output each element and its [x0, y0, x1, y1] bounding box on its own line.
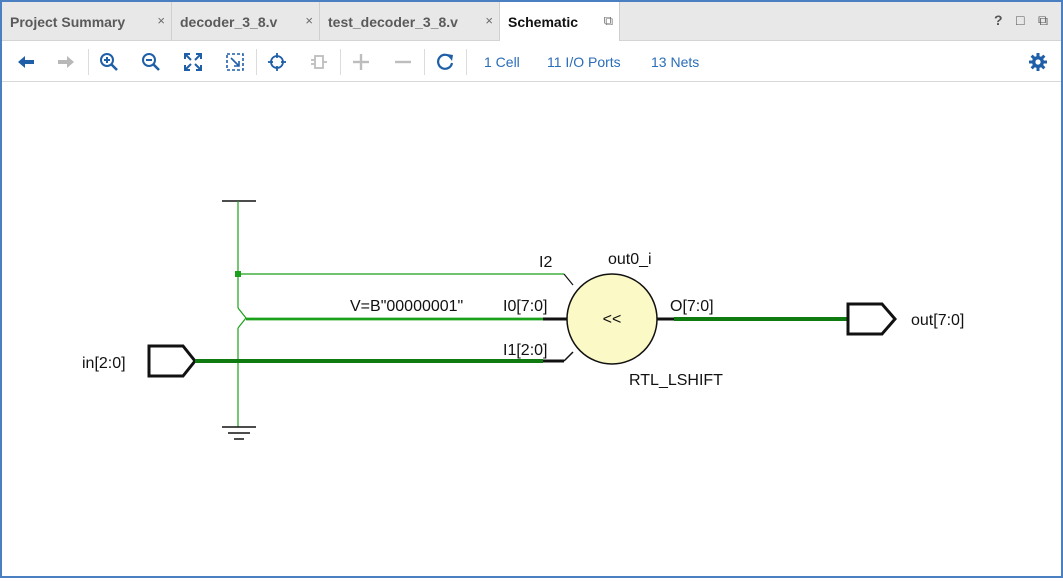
pin-label-i2: I2	[539, 254, 552, 271]
output-port-label: out[7:0]	[911, 312, 964, 329]
collapse-minus-icon[interactable]	[392, 51, 414, 73]
gnd-net-jog	[237, 317, 247, 329]
expand-plus-icon[interactable]	[350, 51, 372, 73]
pin-label-o: O[7:0]	[670, 298, 714, 315]
float-icon[interactable]: ⧉	[604, 13, 613, 29]
float-window-icon[interactable]: ⧉	[1038, 12, 1048, 29]
output-port-out[interactable]	[846, 302, 897, 336]
zoom-in-icon[interactable]	[98, 51, 120, 73]
zoom-out-icon[interactable]	[140, 51, 162, 73]
fit-view-icon[interactable]	[182, 51, 204, 73]
tab-label: Schematic	[508, 14, 579, 30]
help-icon[interactable]: ?	[994, 12, 1003, 28]
tab-test-decoder-3-8[interactable]: test_decoder_3_8.v ×	[320, 2, 500, 40]
tab-label: decoder_3_8.v	[180, 14, 278, 30]
tab-label: Project Summary	[10, 14, 126, 30]
pin-label-i0: I0[7:0]	[503, 298, 547, 315]
zoom-area-icon[interactable]	[224, 51, 246, 73]
constant-value-label: V=B"00000001"	[350, 298, 463, 315]
io-ports-count-link[interactable]: 11 I/O Ports	[547, 54, 621, 70]
tab-schematic[interactable]: Schematic ⧉	[500, 2, 620, 41]
schematic-canvas[interactable]: << I2 out0_i V=B"00000001" I0[7:0] O[7:0…	[2, 82, 1061, 576]
cell-count-link[interactable]: 1 Cell	[484, 54, 520, 70]
back-arrow-icon[interactable]	[15, 51, 37, 73]
input-port-label: in[2:0]	[82, 355, 126, 372]
nets-count-link[interactable]: 13 Nets	[651, 54, 699, 70]
tab-project-summary[interactable]: Project Summary ×	[2, 2, 172, 40]
gnd-symbol	[222, 426, 256, 440]
tab-decoder-3-8[interactable]: decoder_3_8.v ×	[172, 2, 320, 40]
close-icon[interactable]: ×	[157, 13, 165, 28]
cell-icon[interactable]	[308, 51, 330, 73]
tab-label: test_decoder_3_8.v	[328, 14, 458, 30]
toolbar: 1 Cell 11 I/O Ports 13 Nets	[2, 41, 1061, 82]
refresh-icon[interactable]	[434, 51, 456, 73]
i2-pin	[563, 273, 574, 286]
forward-arrow-icon[interactable]	[55, 51, 77, 73]
cell-type-label: RTL_LSHIFT	[629, 372, 723, 389]
input-port-in[interactable]	[147, 344, 197, 378]
close-icon[interactable]: ×	[485, 13, 493, 28]
select-target-icon[interactable]	[266, 51, 288, 73]
gear-icon[interactable]	[1027, 51, 1049, 73]
schematic-window: Project Summary × decoder_3_8.v × test_d…	[0, 0, 1063, 578]
cell-instance-name: out0_i	[608, 251, 652, 268]
i1-pin-jog	[563, 351, 574, 362]
vcc-net-jog	[237, 307, 247, 319]
close-icon[interactable]: ×	[305, 13, 313, 28]
tab-bar: Project Summary × decoder_3_8.v × test_d…	[2, 2, 1061, 41]
pin-label-i1: I1[2:0]	[503, 342, 547, 359]
restore-icon[interactable]: □	[1016, 12, 1024, 28]
cell-symbol: <<	[603, 311, 622, 328]
